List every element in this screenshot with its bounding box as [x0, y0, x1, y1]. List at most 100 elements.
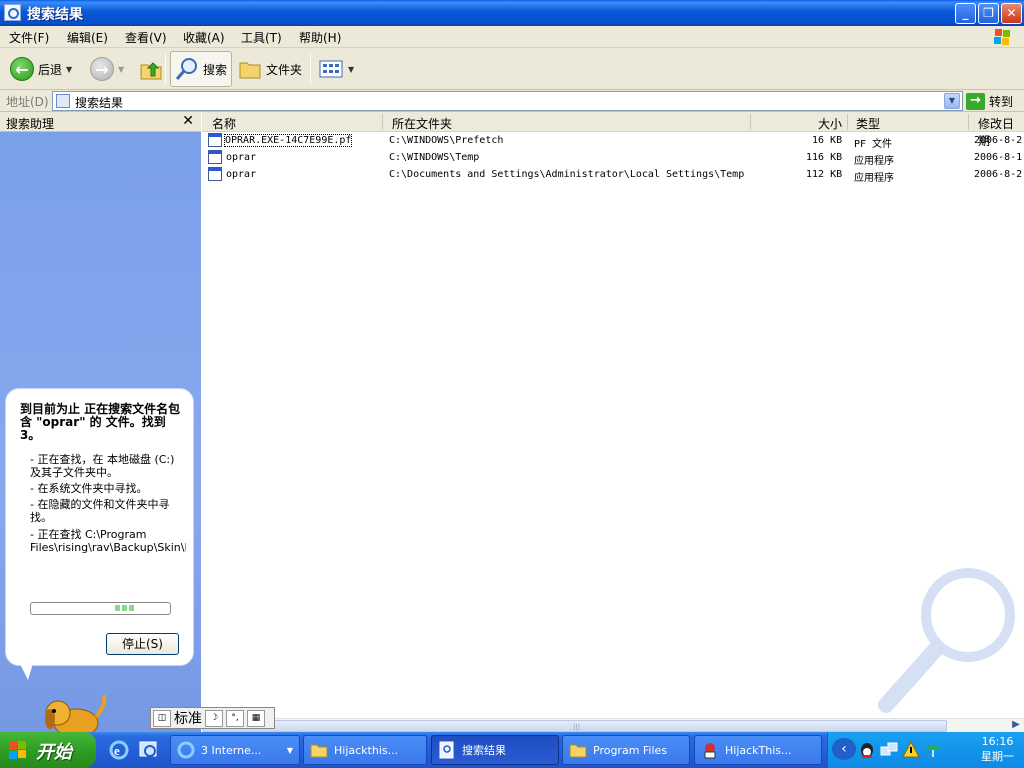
column-name[interactable]: 名称: [212, 115, 236, 132]
views-button[interactable]: ▼: [314, 51, 358, 87]
maximize-button[interactable]: ❐: [978, 3, 999, 24]
go-button[interactable]: → 转到: [966, 91, 1013, 111]
start-button[interactable]: 开始: [0, 732, 96, 768]
search-watermark-icon: [878, 568, 1015, 713]
up-folder-button[interactable]: [134, 51, 168, 87]
forward-button[interactable]: → ▼: [86, 51, 128, 87]
file-size: 116 KB: [806, 152, 843, 163]
network-icon[interactable]: [880, 741, 898, 759]
task-label: HijackThis...: [725, 743, 792, 757]
address-input[interactable]: 搜索结果 ▼: [52, 91, 963, 111]
bubble-tail: [18, 660, 34, 680]
menu-help[interactable]: 帮助(H): [299, 29, 341, 46]
security-alert-icon[interactable]: [902, 741, 920, 759]
search-status-title: 到目前为止 正在搜索文件名包含 "oprar" 的 文件。找到 3。: [20, 402, 181, 442]
ime-halfwidth-icon[interactable]: ☽: [205, 709, 223, 727]
task-search-results[interactable]: 搜索结果: [431, 735, 559, 765]
file-size: 112 KB: [806, 169, 843, 180]
hijackthis-icon: [704, 743, 716, 759]
ime-toolbar: ◫ 标准 ☽ °, ▦: [150, 707, 275, 729]
file-type: 应用程序: [854, 156, 894, 167]
search-status-bubble: 到目前为止 正在搜索文件名包含 "oprar" 的 文件。找到 3。 - 正在查…: [5, 388, 194, 666]
stop-button[interactable]: 停止(S): [106, 633, 179, 655]
horizontal-scrollbar[interactable]: ||| ▶: [202, 718, 1024, 732]
file-name: oprar: [226, 152, 257, 163]
back-arrow-icon: ←: [10, 57, 34, 81]
scrollbar-thumb[interactable]: |||: [202, 720, 947, 732]
clock[interactable]: 16:16 星期一: [981, 734, 1014, 764]
address-bar: 地址(D) 搜索结果 ▼ → 转到: [0, 90, 1024, 112]
menu-file[interactable]: 文件(F): [9, 29, 49, 46]
umbrella-icon[interactable]: [924, 741, 942, 759]
tray-expand-icon[interactable]: ‹: [832, 738, 856, 760]
back-label: 后退: [38, 62, 63, 77]
chevron-down-icon[interactable]: ▼: [118, 65, 124, 74]
ime-keyboard-icon[interactable]: ▦: [247, 709, 265, 727]
file-folder: C:\Documents and Settings\Administrator\…: [389, 169, 745, 180]
folders-label: 文件夹: [266, 62, 303, 77]
minimize-button[interactable]: _: [955, 3, 976, 24]
taskbar: 开始 e 3 Interne... ▼ Hijackthis... 搜索结果 P…: [0, 732, 1024, 768]
task-hijackthis[interactable]: HijackThis...: [694, 735, 822, 765]
file-folder: C:\WINDOWS\Prefetch: [389, 135, 504, 146]
menu-tools[interactable]: 工具(T): [241, 29, 282, 46]
search-progress-bar: [30, 602, 171, 615]
address-dropdown-button[interactable]: ▼: [944, 93, 960, 109]
menu-view[interactable]: 查看(V): [125, 29, 167, 46]
column-folder[interactable]: 所在文件夹: [392, 115, 452, 132]
show-desktop-icon[interactable]: [137, 739, 159, 761]
file-type: 应用程序: [854, 173, 894, 184]
task-program-files[interactable]: Program Files: [562, 735, 690, 765]
ime-mode[interactable]: 标准: [174, 708, 202, 728]
search-window-icon: [56, 94, 70, 108]
file-name: OPRAR.EXE-14C7E99E.pf: [223, 134, 353, 147]
ime-logo-icon[interactable]: ◫: [153, 709, 171, 727]
system-tray: ‹ 16:16 星期一: [827, 732, 1024, 768]
qq-icon[interactable]: [858, 741, 876, 759]
scroll-right-arrow-icon[interactable]: ▶: [1009, 719, 1023, 732]
close-button[interactable]: ✕: [1001, 3, 1022, 24]
table-row[interactable]: oprar C:\Documents and Settings\Administ…: [202, 166, 1024, 184]
menu-favorites[interactable]: 收藏(A): [183, 29, 225, 46]
task-label: 搜索结果: [462, 744, 506, 757]
menu-edit[interactable]: 编辑(E): [67, 29, 108, 46]
search-status-line: - 在系统文件夹中寻找。: [30, 482, 148, 495]
chevron-down-icon: ▼: [286, 745, 293, 755]
windows-flag-icon: [9, 741, 26, 759]
start-label: 开始: [36, 742, 72, 763]
chevron-down-icon[interactable]: ▼: [66, 65, 72, 74]
task-label: Hijackthis...: [334, 743, 399, 757]
ie-quicklaunch-icon[interactable]: e: [108, 739, 130, 761]
task-hijackthis-folder[interactable]: Hijackthis...: [303, 735, 427, 765]
pane-header: 搜索助理 ✕: [0, 112, 201, 132]
table-row[interactable]: oprar C:\WINDOWS\Temp 116 KB 应用程序 2006-8…: [202, 149, 1024, 167]
task-label: Program Files: [593, 743, 668, 757]
views-icon: [319, 60, 343, 78]
search-button[interactable]: 搜索: [170, 51, 232, 87]
folder-icon: [239, 62, 261, 79]
column-size[interactable]: 大小: [818, 115, 842, 132]
table-row[interactable]: OPRAR.EXE-14C7E99E.pf C:\WINDOWS\Prefetc…: [202, 132, 1024, 150]
results-list: 名称 所在文件夹 大小 类型 修改日期 OPRAR.EXE-14C7E99E.p…: [202, 112, 1024, 718]
folder-icon: [310, 744, 328, 758]
address-label: 地址(D): [6, 95, 49, 109]
file-date: 2006-8-1(: [974, 152, 1024, 163]
ime-punctuation-icon[interactable]: °,: [226, 709, 244, 727]
go-arrow-icon: →: [966, 92, 985, 110]
application-icon: [208, 150, 222, 164]
chevron-down-icon[interactable]: ▼: [348, 65, 354, 74]
folders-button[interactable]: 文件夹: [234, 51, 306, 87]
file-date: 2006-8-2: [974, 135, 1023, 146]
task-internet-explorer[interactable]: 3 Interne... ▼: [170, 735, 300, 765]
file-name: oprar: [226, 169, 257, 180]
column-type[interactable]: 类型: [856, 115, 880, 132]
results-header: 名称 所在文件夹 大小 类型 修改日期: [202, 112, 1024, 148]
file-type: PF 文件: [854, 139, 893, 150]
svg-text:e: e: [114, 743, 120, 758]
clock-time: 16:16: [981, 735, 1014, 748]
toolbar: ← 后退 ▼ → ▼ 搜索 文件夹 ▼: [0, 48, 1024, 90]
search-label: 搜索: [203, 62, 228, 77]
pane-close-button[interactable]: ✕: [182, 113, 194, 129]
folder-icon: [569, 744, 587, 758]
back-button[interactable]: ← 后退 ▼: [6, 51, 76, 87]
